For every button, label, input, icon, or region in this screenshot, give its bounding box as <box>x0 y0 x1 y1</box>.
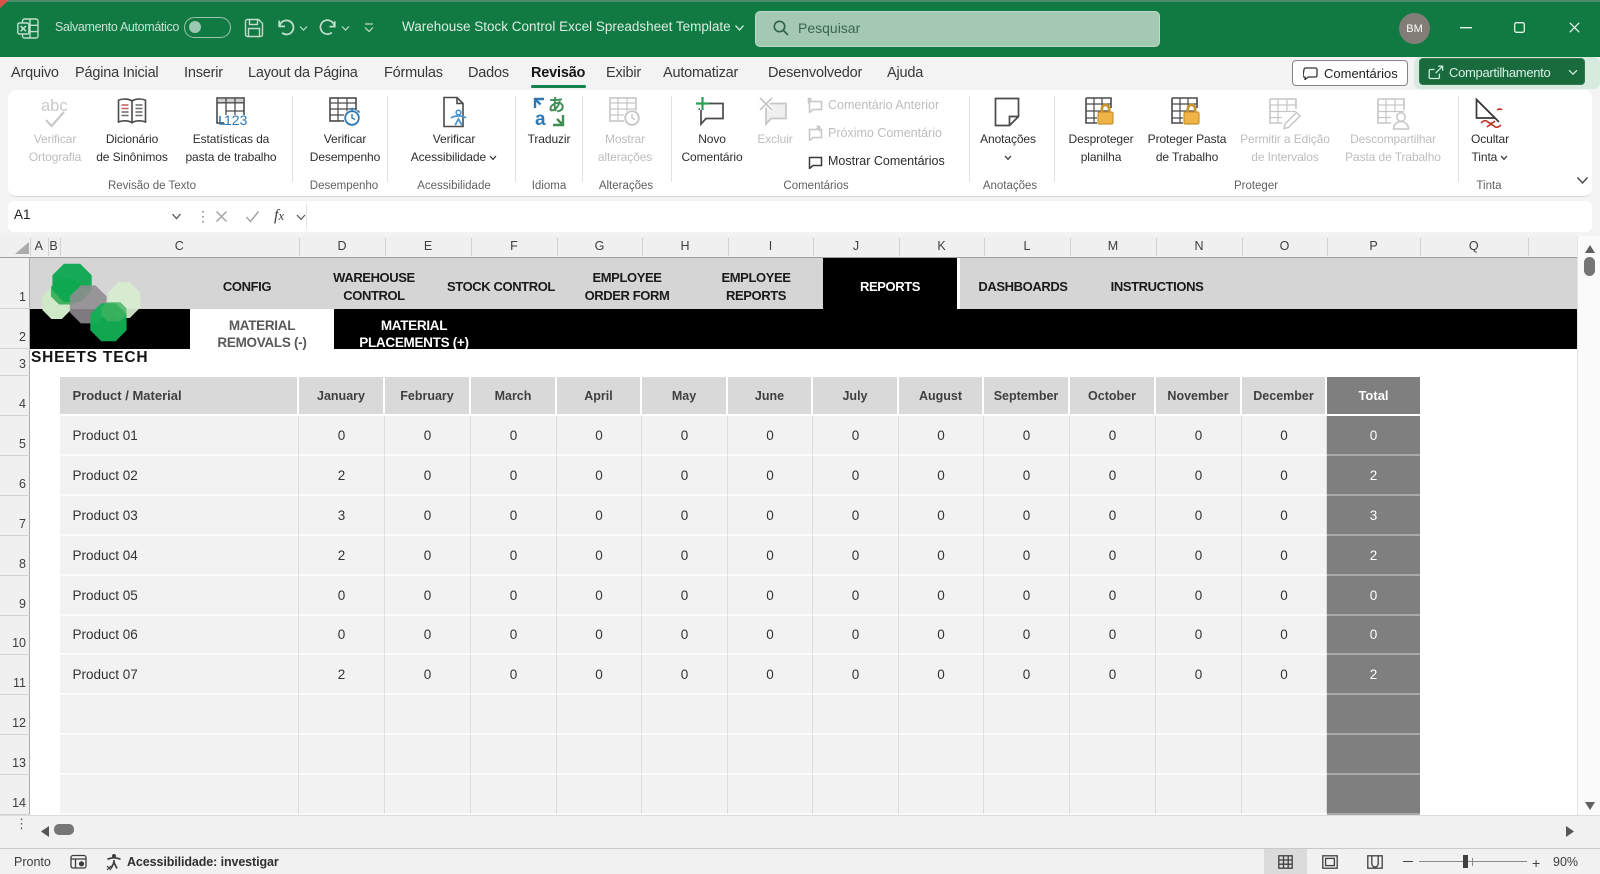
svg-text:あ: あ <box>548 96 565 115</box>
svg-text:a: a <box>535 109 546 128</box>
svg-text:123: 123 <box>224 112 248 128</box>
